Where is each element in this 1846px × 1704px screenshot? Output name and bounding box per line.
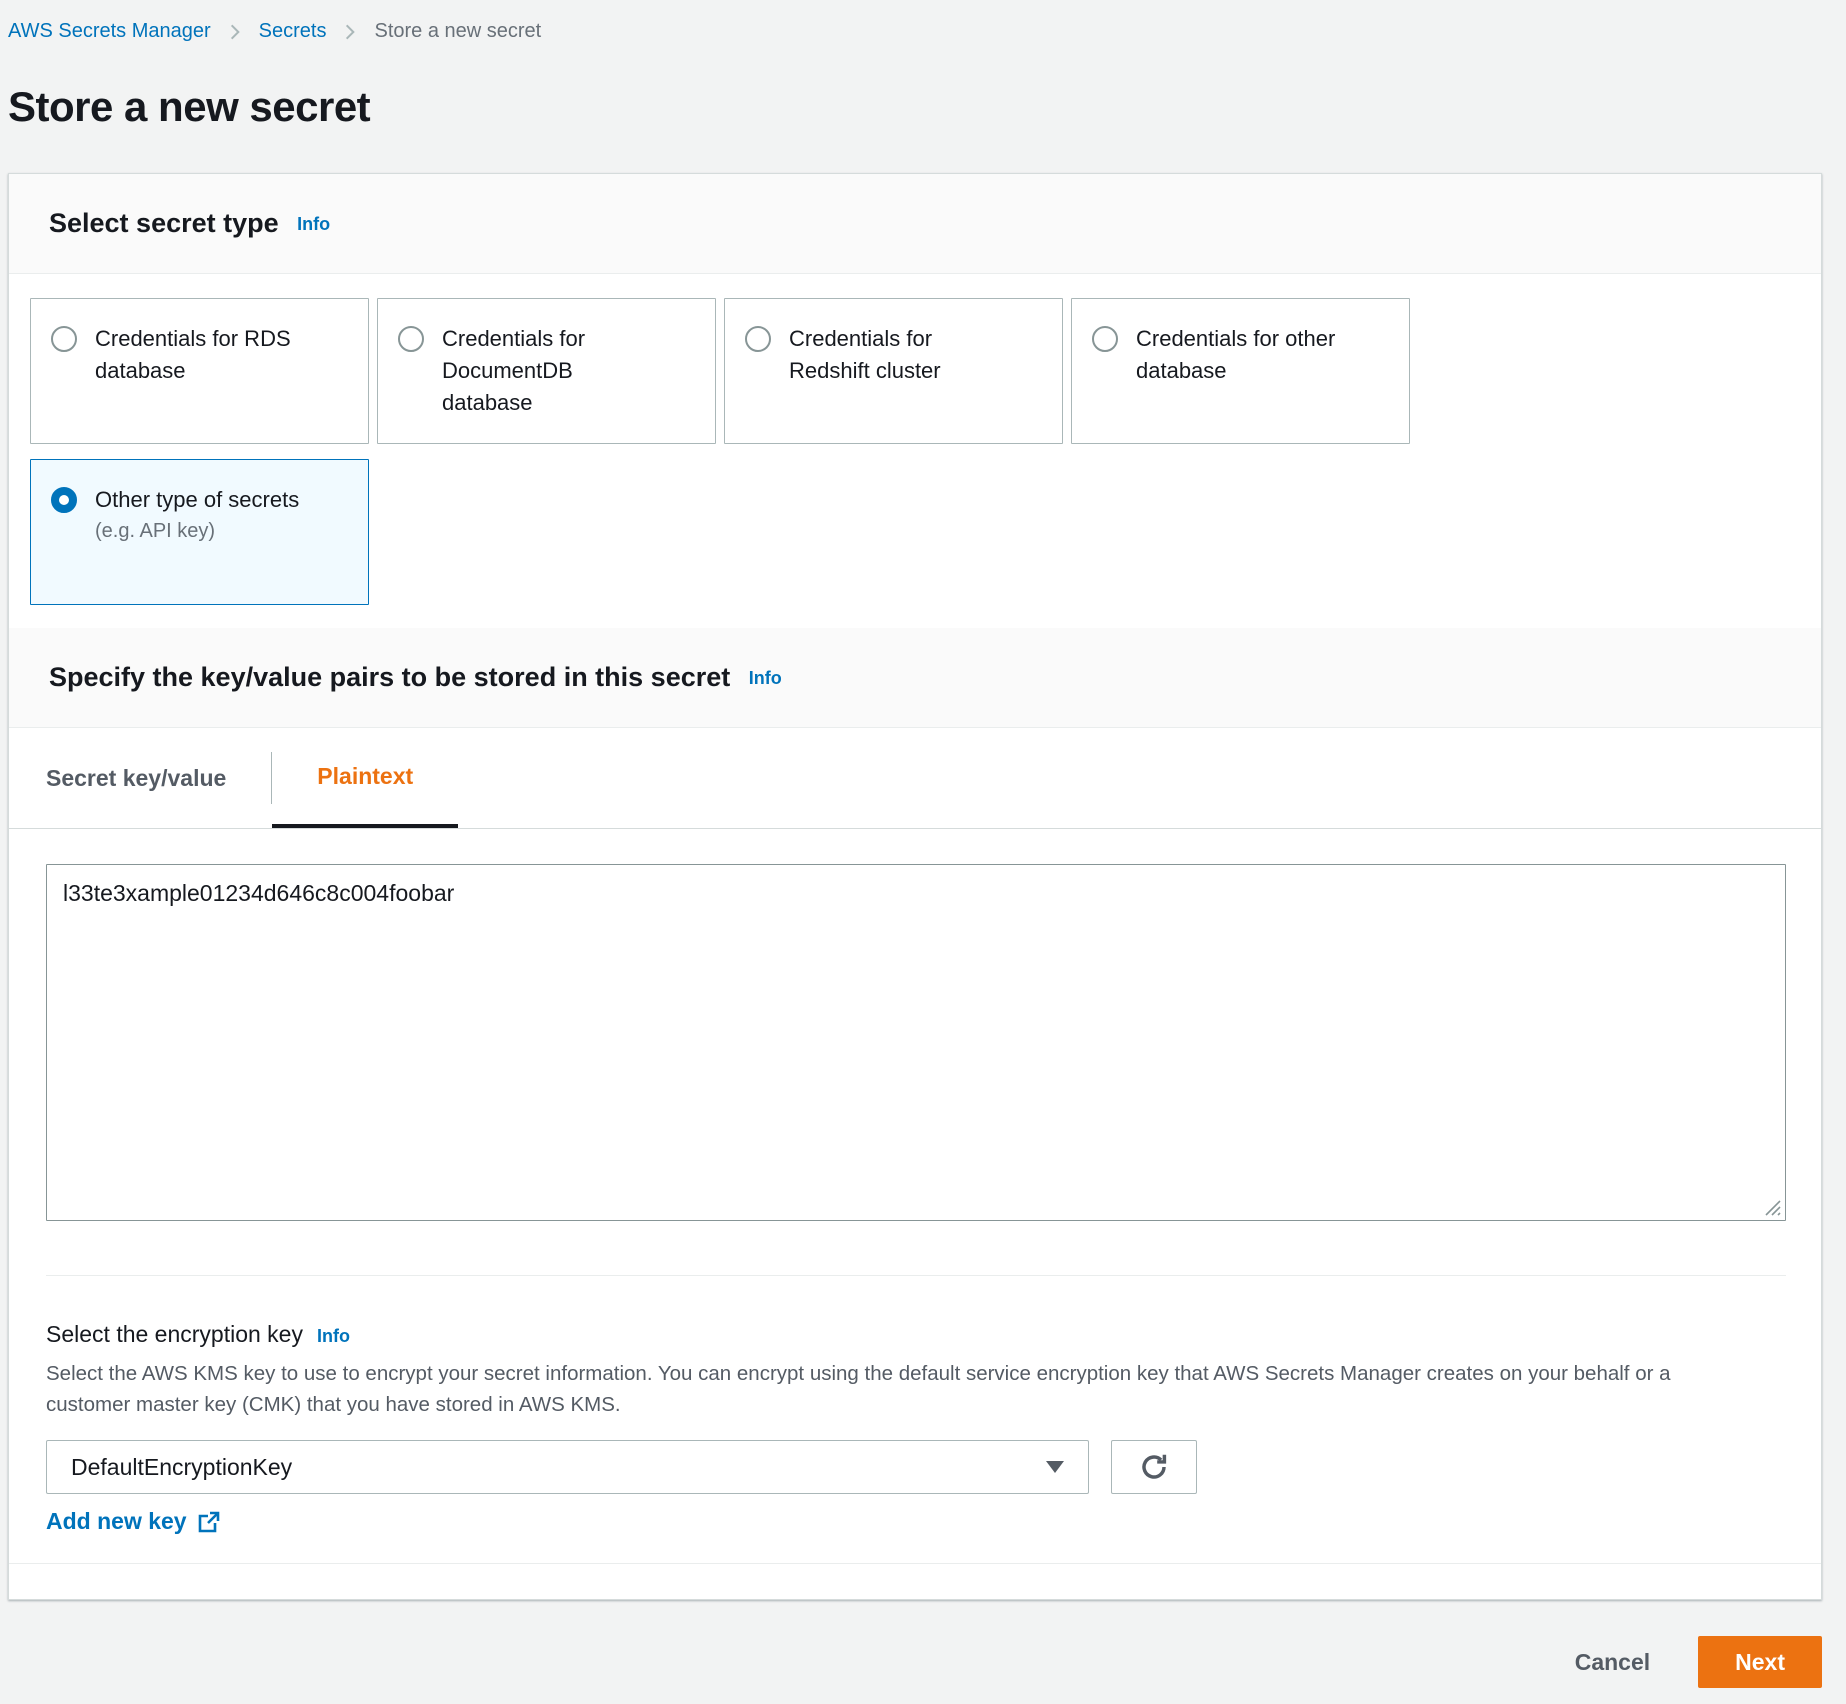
tile-label: Other type of secrets [95, 484, 299, 516]
tile-credentials-rds[interactable]: Credentials for RDS database [30, 298, 369, 444]
encryption-key-selected-value: DefaultEncryptionKey [71, 1454, 292, 1481]
breadcrumb: AWS Secrets Manager Secrets Store a new … [0, 0, 1846, 43]
key-value-section-header: Specify the key/value pairs to be stored… [9, 628, 1821, 728]
tile-credentials-redshift[interactable]: Credentials for Redshift cluster [724, 298, 1063, 444]
secret-type-options: Credentials for RDS database Credentials… [9, 274, 1821, 628]
caret-down-icon [1046, 1461, 1064, 1473]
radio-selected-icon[interactable] [51, 487, 77, 513]
store-secret-card: Select secret type Info Credentials for … [8, 173, 1822, 1600]
encryption-key-description: Select the AWS KMS key to use to encrypt… [46, 1358, 1671, 1420]
radio-unselected-icon[interactable] [1092, 326, 1118, 352]
encryption-key-info-link[interactable]: Info [317, 1326, 350, 1347]
radio-unselected-icon[interactable] [745, 326, 771, 352]
add-new-key-label[interactable]: Add new key [46, 1508, 187, 1535]
tile-label: Credentials for Redshift cluster [789, 323, 1004, 387]
select-secret-type-info-link[interactable]: Info [297, 214, 330, 234]
plaintext-tab-panel: l33te3xample01234d646c8c004foobar [9, 829, 1821, 1276]
radio-unselected-icon[interactable] [398, 326, 424, 352]
select-secret-type-title: Select secret type [49, 208, 279, 238]
encryption-key-select[interactable]: DefaultEncryptionKey [46, 1440, 1089, 1494]
tile-other-type-of-secrets[interactable]: Other type of secrets (e.g. API key) [30, 459, 369, 605]
encryption-key-label: Select the encryption key [46, 1321, 303, 1348]
tile-text-group: Other type of secrets (e.g. API key) [95, 484, 299, 546]
secret-type-row-2: Other type of secrets (e.g. API key) [30, 459, 1800, 605]
encryption-key-section: Select the encryption key Info Select th… [9, 1276, 1821, 1563]
chevron-right-icon [225, 22, 245, 42]
tile-label: Credentials for DocumentDB database [442, 323, 657, 419]
wizard-actions: Cancel Next [8, 1636, 1822, 1688]
tile-credentials-other-database[interactable]: Credentials for other database [1071, 298, 1410, 444]
breadcrumb-link-secrets[interactable]: Secrets [259, 20, 327, 43]
refresh-keys-button[interactable] [1111, 1440, 1197, 1494]
radio-unselected-icon[interactable] [51, 326, 77, 352]
tile-label: Credentials for RDS database [95, 323, 310, 387]
page-title: Store a new secret [8, 83, 1846, 131]
breadcrumb-current: Store a new secret [374, 20, 541, 43]
tile-sublabel: (e.g. API key) [95, 516, 299, 546]
plaintext-secret-input[interactable]: l33te3xample01234d646c8c004foobar [46, 864, 1786, 1221]
select-secret-type-header: Select secret type Info [9, 174, 1821, 274]
cancel-button[interactable]: Cancel [1575, 1649, 1650, 1676]
key-value-section-title: Specify the key/value pairs to be stored… [49, 662, 730, 692]
key-value-info-link[interactable]: Info [749, 668, 782, 688]
tile-credentials-documentdb[interactable]: Credentials for DocumentDB database [377, 298, 716, 444]
add-new-key-link[interactable]: Add new key [46, 1508, 221, 1535]
resize-grip-icon[interactable] [1760, 1195, 1782, 1217]
breadcrumb-link-secrets-manager[interactable]: AWS Secrets Manager [8, 20, 211, 43]
refresh-icon [1138, 1451, 1170, 1483]
external-link-icon [197, 1510, 221, 1534]
next-button[interactable]: Next [1698, 1636, 1822, 1688]
tab-secret-key-value[interactable]: Secret key/value [9, 728, 271, 828]
secret-value-tabs: Secret key/value Plaintext [9, 728, 1821, 829]
card-bottom-padding [9, 1563, 1821, 1599]
secret-type-row-1: Credentials for RDS database Credentials… [30, 298, 1800, 444]
tab-plaintext[interactable]: Plaintext [272, 728, 458, 828]
chevron-right-icon [340, 22, 360, 42]
tile-label: Credentials for other database [1136, 323, 1351, 387]
